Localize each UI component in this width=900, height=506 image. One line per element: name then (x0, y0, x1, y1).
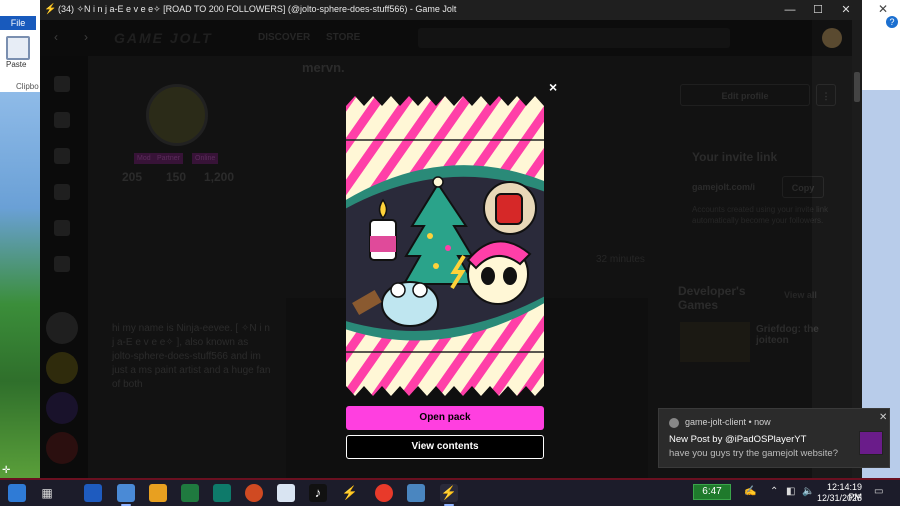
notification-thumbnail (859, 431, 883, 455)
taskbar: ▦ ♪ ⚡ ⚡ 6:47 ✍ ⌃ ◧ 🔈 12:14:19 PM 12/31/2… (0, 478, 900, 506)
mask-sticker (483, 181, 537, 235)
store-icon[interactable] (149, 484, 167, 502)
maximize-button[interactable]: ☐ (808, 2, 828, 18)
godot-icon[interactable] (407, 484, 425, 502)
app-icon (669, 418, 679, 428)
paste-icon[interactable] (6, 36, 30, 60)
desktop: File Paste Clipbo ✕ ? ⚡ (34) ✧N i n j a-… (0, 0, 900, 506)
scrollbar-thumb[interactable] (854, 72, 860, 102)
close-window-button[interactable]: ✕ (836, 2, 856, 18)
game-jolt-icon[interactable]: ⚡ (341, 484, 359, 502)
file-explorer-icon[interactable] (117, 484, 135, 502)
title-bar: ⚡ (34) ✧N i n j a-E e v e e✧ [ROAD TO 20… (40, 0, 862, 20)
more-options-button[interactable]: ⋮ (816, 84, 836, 106)
chrome-icon[interactable] (375, 484, 393, 502)
clock-date[interactable]: 12/31/2025 (812, 493, 862, 503)
pen-icon[interactable]: ✍ (744, 486, 756, 497)
word-icon[interactable] (84, 484, 102, 502)
close-icon[interactable]: ✕ (879, 412, 887, 423)
clipboard-label: Clipbo (16, 82, 39, 91)
taskbar-border (0, 478, 900, 480)
background-app-right: ✕ ? (862, 0, 900, 478)
modal-close-button[interactable]: × (549, 79, 557, 95)
network-icon[interactable]: ◧ (786, 486, 795, 497)
notification-center-icon[interactable]: ▭ (874, 486, 883, 497)
tiktok-icon[interactable]: ♪ (309, 484, 327, 502)
game-jolt-logo-icon: ⚡ (44, 4, 57, 15)
help-icon[interactable]: ? (886, 16, 898, 28)
minimize-button[interactable]: — (780, 2, 800, 18)
view-contents-button[interactable]: View contents (346, 435, 544, 459)
publisher-icon[interactable] (213, 484, 231, 502)
user-avatar[interactable] (822, 28, 842, 48)
task-view-icon[interactable]: ▦ (38, 484, 56, 502)
paste-label: Paste (6, 60, 27, 69)
notification-body: have you guys try the gamejolt website? (669, 448, 838, 459)
notification-toast[interactable]: game-jolt-client • now ✕ New Post by @iP… (658, 408, 890, 468)
battery-widget[interactable]: 6:47 (693, 484, 731, 500)
open-pack-button[interactable]: Open pack (346, 406, 544, 430)
windows-start-icon[interactable] (8, 484, 26, 502)
background-app-left: File Paste Clipbo (0, 0, 40, 478)
notification-app: game-jolt-client • now (685, 417, 771, 427)
window-title: (34) ✧N i n j a-E e v e e✧ [ROAD TO 200 … (58, 4, 457, 14)
santa-sticker (466, 240, 532, 305)
background-pixel-art (0, 92, 40, 478)
excel-icon[interactable] (181, 484, 199, 502)
paint-icon[interactable] (277, 484, 295, 502)
file-tab[interactable]: File (0, 16, 36, 30)
notification-heading: New Post by @iPadOSPlayerYT (669, 434, 807, 445)
game-jolt-client-icon[interactable]: ⚡ (440, 484, 458, 502)
sticker-pack[interactable] (346, 96, 544, 396)
move-cursor-icon: ✛ (2, 465, 11, 476)
powerpoint-icon[interactable] (245, 484, 263, 502)
chevron-up-icon[interactable]: ⌃ (770, 486, 778, 497)
close-icon[interactable]: ✕ (878, 2, 888, 16)
